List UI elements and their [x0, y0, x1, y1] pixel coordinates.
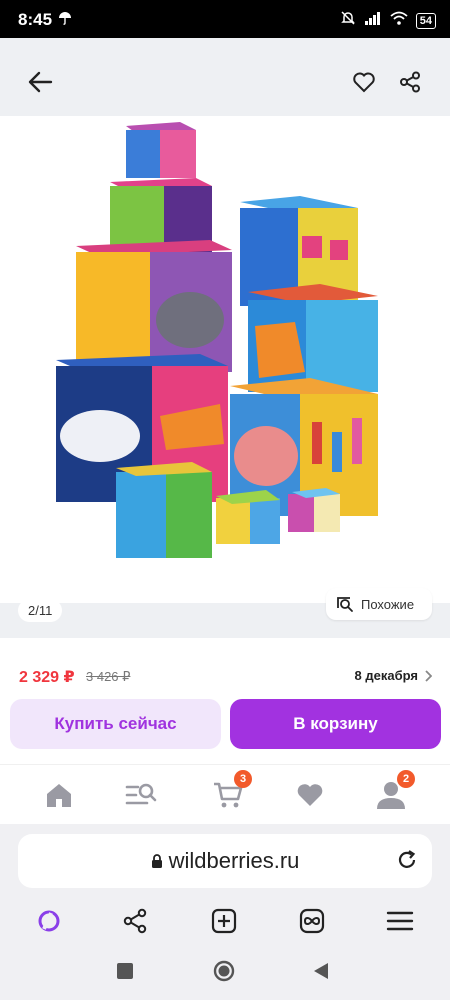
favorite-button[interactable]: [344, 62, 384, 102]
nav-profile[interactable]: 2: [373, 770, 415, 811]
back-button[interactable]: [20, 62, 60, 102]
triangle-back-icon: [314, 963, 328, 979]
browser-share-button[interactable]: [118, 906, 152, 936]
new-tab-button[interactable]: [207, 906, 241, 936]
umbrella-icon: [58, 11, 72, 30]
tabs-button[interactable]: [295, 906, 329, 936]
arrow-left-icon: [28, 71, 53, 93]
nav-cart[interactable]: 3: [210, 770, 252, 811]
add-to-cart-button[interactable]: В корзину: [230, 699, 441, 749]
url-field[interactable]: wildberries.ru: [18, 834, 432, 888]
gallery-counter: 2/11: [18, 599, 63, 622]
status-icons: 54: [340, 10, 436, 31]
nav-favorites[interactable]: [292, 779, 328, 811]
home-button[interactable]: [213, 960, 235, 982]
assistant-icon: [38, 910, 60, 932]
chevron-right-icon: [425, 669, 432, 682]
status-time: 8:45: [18, 10, 53, 29]
status-bar: 8:45 54: [0, 0, 450, 38]
lock-icon: [151, 854, 162, 868]
recents-button[interactable]: [114, 960, 136, 982]
square-icon: [117, 963, 133, 979]
app-bottom-nav: 3 2: [0, 764, 450, 824]
product-photo[interactable]: [0, 116, 450, 603]
delivery-date[interactable]: 8 декабря: [355, 668, 432, 683]
current-price: 2 329 ₽: [19, 669, 75, 686]
url-text: wildberries.ru: [168, 848, 300, 873]
image-search-icon: [337, 597, 353, 612]
delivery-date-label: 8 декабря: [354, 668, 418, 683]
home-icon: [47, 784, 71, 807]
battery-indicator: 54: [415, 12, 436, 29]
similar-label: Похожие: [361, 596, 415, 612]
add-tab-icon: [211, 908, 237, 934]
purchase-panel: 2 329 ₽ 3 426 ₽ 8 декабря Купить сейчас …: [0, 640, 450, 764]
assistant-button[interactable]: [32, 906, 66, 936]
old-price: 3 426 ₽: [86, 669, 131, 684]
product-gallery[interactable]: [0, 38, 450, 638]
buy-now-button[interactable]: Купить сейчас: [10, 699, 221, 749]
tabs-icon: [299, 908, 325, 934]
heart-icon: [297, 784, 323, 806]
share-icon: [123, 908, 147, 934]
nav-catalog-search[interactable]: [123, 779, 159, 811]
profile-badge: 2: [397, 770, 415, 788]
system-navigation: [0, 942, 450, 1000]
share-button[interactable]: [390, 62, 430, 102]
reload-icon: [398, 850, 416, 868]
menu-button[interactable]: [383, 906, 417, 936]
reload-button[interactable]: [396, 849, 418, 876]
share-icon: [400, 71, 420, 93]
heart-outline-icon: [353, 72, 375, 93]
mute-icon: [340, 10, 356, 31]
system-back-button[interactable]: [310, 960, 332, 982]
nav-home[interactable]: [41, 779, 77, 811]
catalog-search-icon: [125, 783, 157, 805]
cart-count-badge: 3: [234, 770, 252, 788]
similar-button[interactable]: Похожие: [326, 588, 432, 620]
circle-icon: [213, 960, 235, 982]
hamburger-icon: [386, 911, 414, 931]
url-display: wildberries.ru: [18, 848, 432, 874]
browser-toolbar: [0, 900, 450, 942]
browser-address-bar: wildberries.ru: [0, 824, 450, 900]
signal-icon: [364, 11, 382, 30]
wifi-icon: [390, 11, 408, 30]
